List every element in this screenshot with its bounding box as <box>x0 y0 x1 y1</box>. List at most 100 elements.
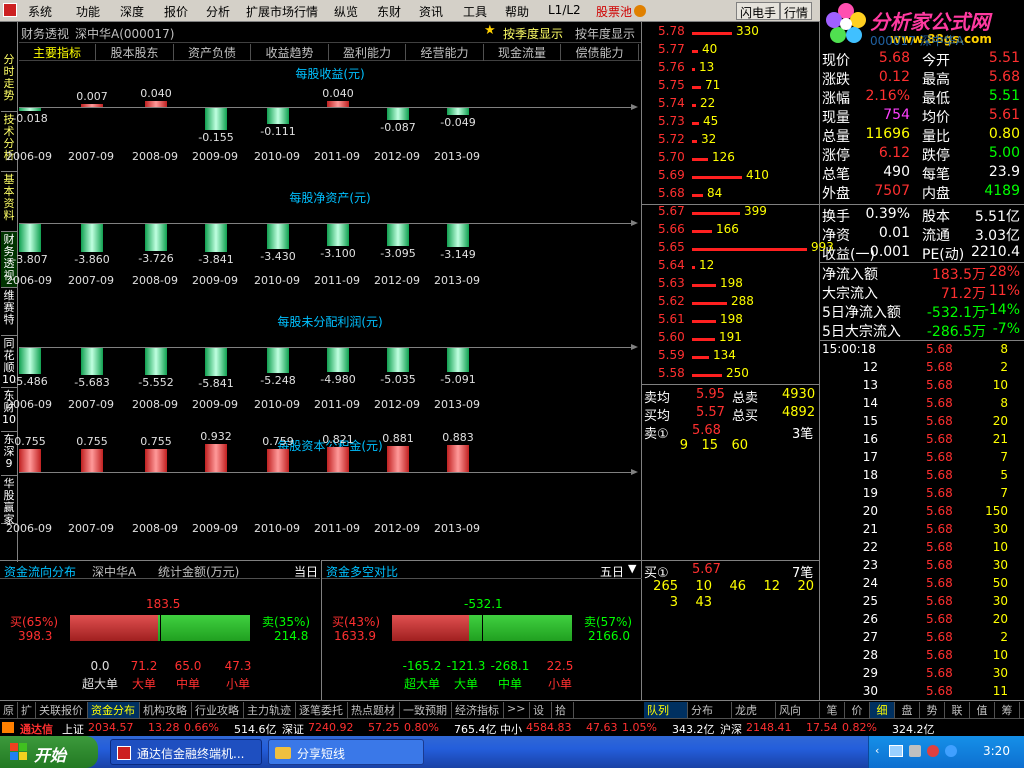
bottom-tab-5[interactable]: 行业攻略 <box>192 702 244 718</box>
bottom-tab-right-1[interactable]: 价 <box>845 702 870 718</box>
bottom-tab-9[interactable]: 一致预期 <box>400 702 452 718</box>
start-button[interactable]: 开始 <box>0 736 98 768</box>
ask-row[interactable]: 5.69 410 <box>642 168 818 186</box>
menu-item-11[interactable]: L1/L2 <box>548 3 581 17</box>
bid-row[interactable]: 5.66 166 <box>642 222 818 240</box>
bottom-tab-1[interactable]: 扩 <box>18 702 36 718</box>
ask-row[interactable]: 5.73 45 <box>642 114 818 132</box>
menu-item-0[interactable]: 系统 <box>28 3 52 20</box>
bottom-tab-right-5[interactable]: 联 <box>945 702 970 718</box>
fin-tab-4[interactable]: 盈利能力 <box>329 44 406 61</box>
menu-item-1[interactable]: 功能 <box>76 3 100 20</box>
bottom-tab-mid-1[interactable]: 分布 <box>688 702 732 718</box>
vtab-2[interactable]: 基本资料 <box>1 172 17 232</box>
chart-value-label-3-1: 0.755 <box>76 435 108 448</box>
tray-arrow-icon[interactable]: ‹ <box>875 744 879 757</box>
bottom-tab-10[interactable]: 经济指标 <box>452 702 504 718</box>
bottom-tab-right-3[interactable]: 盘 <box>895 702 920 718</box>
ask-row[interactable]: 5.72 32 <box>642 132 818 150</box>
bottom-tab-6[interactable]: 主力轨迹 <box>244 702 296 718</box>
bid-row[interactable]: 5.65 993 <box>642 240 834 258</box>
bottom-tab-13[interactable]: 拾 <box>552 702 574 718</box>
chart-year-label-0-5: 2011-09 <box>314 150 360 163</box>
ask-row[interactable]: 5.75 71 <box>642 78 818 96</box>
fin-tab-1[interactable]: 股本股东 <box>97 44 174 61</box>
menu-item-5[interactable]: 扩展市场行情 <box>246 3 318 20</box>
tray-app-icon[interactable] <box>945 745 957 757</box>
tray-shield-icon[interactable] <box>927 745 939 757</box>
ask-row[interactable]: 5.70 126 <box>642 150 818 168</box>
chart-value-label-2-2: -5.552 <box>138 376 174 389</box>
menu-item-8[interactable]: 资讯 <box>419 3 443 20</box>
fin-tab-5[interactable]: 经营能力 <box>407 44 484 61</box>
bottom-tab-right-7[interactable]: 筹 <box>995 702 1020 718</box>
bottom-tab-8[interactable]: 热点题材 <box>348 702 400 718</box>
vtab-4[interactable]: 维赛特 <box>1 288 17 336</box>
bottom-tab-right-4[interactable]: 势 <box>920 702 945 718</box>
menu-item-10[interactable]: 帮助 <box>505 3 529 20</box>
bid-row[interactable]: 5.61 198 <box>642 312 818 330</box>
menu-item-3[interactable]: 报价 <box>164 3 188 20</box>
bottom-tab-4[interactable]: 机构攻略 <box>140 702 192 718</box>
menu-item-4[interactable]: 分析 <box>206 3 230 20</box>
bottom-tab-mid-2[interactable]: 龙虎 <box>732 702 776 718</box>
bottom-tab-2[interactable]: 关联报价 <box>36 702 88 718</box>
ask-row[interactable]: 5.77 40 <box>642 42 818 60</box>
fin-tab-0[interactable]: 主要指标 <box>19 44 96 61</box>
bottom-tab-right-6[interactable]: 值 <box>970 702 995 718</box>
bid-row[interactable]: 5.64 12 <box>642 258 818 276</box>
ask-row[interactable]: 5.78 330 <box>642 24 818 42</box>
ask-row[interactable]: 5.76 13 <box>642 60 818 78</box>
tick-time: 25 <box>862 594 878 608</box>
quotes-button[interactable]: 行情 <box>780 2 813 20</box>
ask-row[interactable]: 5.74 22 <box>642 96 818 114</box>
bid-row[interactable]: 5.59 134 <box>642 348 818 366</box>
bid-row[interactable]: 5.62 288 <box>642 294 818 312</box>
fin-tab-2[interactable]: 资产负债 <box>174 44 251 61</box>
fin-tab-3[interactable]: 收益趋势 <box>252 44 329 61</box>
flash-button[interactable]: 闪电手 <box>736 2 781 20</box>
bottom-tab-mid-3[interactable]: 风向 <box>776 702 820 718</box>
vtab-8[interactable]: 华股赢家 <box>1 476 17 526</box>
bottom-tab-0[interactable]: 原 <box>0 702 18 718</box>
flow-label: 大宗流入 <box>822 286 878 302</box>
task-button-tdx[interactable]: 通达信金融终端机... <box>110 739 262 765</box>
ticker-name[interactable]: 深证 <box>282 721 304 737</box>
by-year-button[interactable]: 按年度显示 <box>575 25 635 42</box>
by-quarter-button[interactable]: 按季度显示 <box>503 25 563 42</box>
ticker-name[interactable]: 上证 <box>62 721 84 737</box>
bid-price: 5.58 <box>658 366 685 380</box>
bottom-tab-mid-0[interactable]: 队列 <box>644 702 688 718</box>
bottom-tab-right-0[interactable]: 笔 <box>820 702 845 718</box>
tick-time: 12 <box>862 360 878 374</box>
menu-item-2[interactable]: 深度 <box>120 3 144 20</box>
fin-tab-7[interactable]: 偿债能力 <box>562 44 639 61</box>
bid-row[interactable]: 5.58 250 <box>642 366 818 384</box>
bottom-tab-3[interactable]: 资金分布 <box>88 702 140 718</box>
bid-row[interactable]: 5.60 191 <box>642 330 818 348</box>
tray-clock[interactable]: 3:20 <box>983 744 1010 758</box>
ticker-name[interactable]: 中小 <box>500 721 522 737</box>
ticker-name[interactable]: 沪深 <box>720 721 742 737</box>
flow-right-period-select[interactable]: 五日 <box>600 563 624 580</box>
ask-row[interactable]: 5.68 84 <box>642 186 818 204</box>
menu-item-6[interactable]: 纵览 <box>334 3 358 20</box>
bid-row[interactable]: 5.63 198 <box>642 276 818 294</box>
chevron-down-icon[interactable]: ▼ <box>628 562 636 575</box>
bid-row[interactable]: 5.67 399 <box>642 204 818 222</box>
menu-item-7[interactable]: 东财 <box>377 3 401 20</box>
vtab-0[interactable]: 分时走势 <box>1 52 17 112</box>
tray-network-icon[interactable] <box>889 745 903 757</box>
bottom-tab-11[interactable]: >> <box>504 702 530 718</box>
gupiaochi-menu[interactable]: 股票池 <box>596 3 632 20</box>
app-icon[interactable] <box>3 3 17 17</box>
menu-item-9[interactable]: 工具 <box>463 3 487 20</box>
bottom-tab-12[interactable]: 设 <box>530 702 552 718</box>
task-button-share[interactable]: 分享短线 <box>268 739 424 765</box>
ticker-change: 17.54 <box>806 721 838 734</box>
tray-volume-icon[interactable] <box>909 745 921 757</box>
fin-tab-6[interactable]: 现金流量 <box>484 44 561 61</box>
bottom-tab-right-2[interactable]: 细 <box>870 702 895 718</box>
ob-summary: 卖均 5.95 总卖 4930 买均 5.57 总买 4892 卖① 5.68 … <box>642 385 819 445</box>
bottom-tab-7[interactable]: 逐笔委托 <box>296 702 348 718</box>
